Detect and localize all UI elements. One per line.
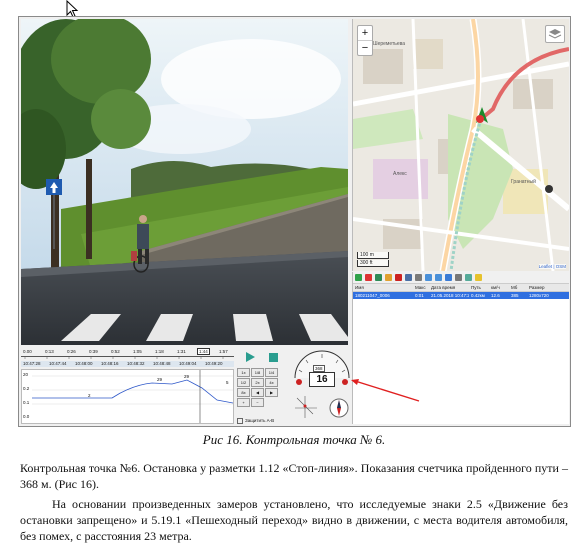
- checkbox-icon[interactable]: [237, 418, 243, 424]
- graph-right-label: 5: [226, 380, 229, 385]
- timeline-time: 10:48:32: [127, 361, 145, 366]
- layers-icon[interactable]: [545, 25, 565, 43]
- speed-button[interactable]: 1x: [237, 368, 250, 377]
- protect-ab-checkbox[interactable]: Защитить A-B: [237, 418, 274, 424]
- graph-marker: 29: [184, 374, 190, 379]
- timeline-tick: 0.00: [23, 349, 32, 354]
- step-back-icon[interactable]: ◀: [251, 388, 264, 397]
- zoom-out-icon[interactable]: −: [251, 398, 264, 407]
- info-icon[interactable]: [475, 274, 482, 281]
- speed-buttons: 1x 1/8 1/4 1/2 2x 4x 8x ◀ ▶ + −: [237, 368, 291, 407]
- body-paragraph: На основании произведенных замеров устан…: [20, 497, 568, 543]
- figure-caption: Рис 16. Контрольная точка № 6.: [202, 432, 386, 447]
- track-toolbar: [353, 272, 569, 284]
- timeline-time: 10:47:44: [49, 361, 67, 366]
- timeline-tick: 0:26: [67, 349, 76, 354]
- remove-icon[interactable]: [365, 274, 372, 281]
- dashboard: 368 16: [291, 348, 353, 424]
- speed-button[interactable]: 1/8: [251, 368, 264, 377]
- speed-graph[interactable]: 20 0.2 0.1 0.0 2 29 29 5: [21, 369, 234, 424]
- speed-button[interactable]: 8x: [237, 388, 250, 397]
- timeline[interactable]: 0.00 0:13 0:26 0:39 0:52 1:05 1:18 1:31 …: [21, 348, 234, 368]
- chart-icon[interactable]: [465, 274, 472, 281]
- export-icon[interactable]: [415, 274, 422, 281]
- timeline-tick: 1:57: [219, 349, 228, 354]
- timeline-tick: 0:13: [45, 349, 54, 354]
- graph-y-label: 20: [23, 372, 29, 377]
- map-attribution[interactable]: Leaflet | OSM: [538, 264, 566, 269]
- globe-icon[interactable]: [445, 274, 452, 281]
- add-icon[interactable]: [355, 274, 362, 281]
- map-scale: 100 m 300 ft: [357, 251, 389, 267]
- map-label: Шереметьева: [373, 41, 406, 47]
- search-icon[interactable]: [425, 274, 432, 281]
- zoom-out-button[interactable]: −: [358, 40, 372, 55]
- zoom-icon[interactable]: [435, 274, 442, 281]
- save-icon[interactable]: [405, 274, 412, 281]
- speed-button[interactable]: 2x: [251, 378, 264, 387]
- graph-y-label: 0.0: [23, 414, 30, 419]
- graph-marker: 29: [157, 377, 163, 382]
- table-row[interactable]: 180211047_0006 0:01 21.05.2018 10:47:28 …: [353, 292, 569, 299]
- open-icon[interactable]: [385, 274, 392, 281]
- zoom-in-button[interactable]: +: [358, 26, 372, 40]
- stop-icon[interactable]: [269, 353, 278, 362]
- settings-icon[interactable]: [455, 274, 462, 281]
- timeline-time: 10:48:00: [75, 361, 93, 366]
- speed-readout: 16: [309, 372, 335, 387]
- timeline-tick: 1:18: [155, 349, 164, 354]
- delete-icon[interactable]: [395, 274, 402, 281]
- speed-button[interactable]: 4x: [265, 378, 278, 387]
- player-controls: 1x 1/8 1/4 1/2 2x 4x 8x ◀ ▶ + − Защитить…: [237, 348, 291, 424]
- timeline-time: 10:48:16: [101, 361, 119, 366]
- timeline-time: 10:49:20: [205, 361, 223, 366]
- timeline-tick: 1:05: [133, 349, 142, 354]
- speed-button[interactable]: 1/4: [265, 368, 278, 377]
- red-arrow-annotation: [351, 379, 420, 402]
- map-label: Гранатный: [511, 179, 536, 185]
- refresh-icon[interactable]: [375, 274, 382, 281]
- zoom-in-icon[interactable]: +: [237, 398, 250, 407]
- timeline-time: 10:47:28: [23, 361, 41, 366]
- speed-button[interactable]: 1/2: [237, 378, 250, 387]
- graph-y-label: 0.1: [23, 400, 30, 405]
- playhead-marker[interactable]: 1:44: [197, 348, 210, 355]
- graph-marker: 2: [88, 393, 91, 398]
- timeline-time: 10:48:48: [153, 361, 171, 366]
- map-view[interactable]: Шереметьева Алекс Гранатный + − 100 m 30…: [352, 19, 569, 271]
- body-paragraph: Контрольная точка №6. Остановка у размет…: [20, 461, 568, 491]
- timeline-time: 10:49:04: [179, 361, 197, 366]
- odometer: 368: [313, 365, 325, 372]
- timeline-tick: 0:39: [89, 349, 98, 354]
- map-zoom-control: + −: [357, 25, 373, 56]
- timeline-tick: 1:31: [177, 349, 186, 354]
- map-label: Алекс: [393, 171, 407, 177]
- step-forward-icon[interactable]: ▶: [265, 388, 278, 397]
- graph-y-label: 0.2: [23, 386, 30, 391]
- play-icon[interactable]: [245, 352, 255, 362]
- video-frame: [21, 19, 348, 345]
- screenshot-figure: Шереметьева Алекс Гранатный + − 100 m 30…: [18, 16, 571, 427]
- timeline-tick: 0:52: [111, 349, 120, 354]
- track-table-header: Имя Макс Дата время Путь км/ч Мб Размер: [353, 284, 569, 292]
